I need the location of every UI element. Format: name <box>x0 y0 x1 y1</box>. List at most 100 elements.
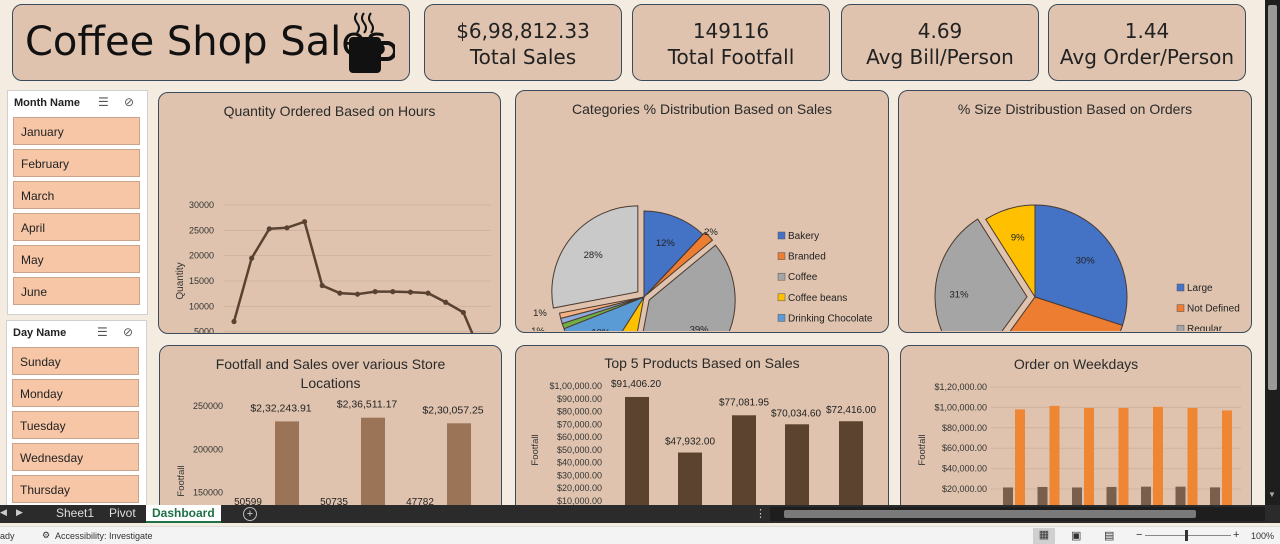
data-point <box>231 318 237 325</box>
kpi-avg-bill: 4.69 Avg Bill/Person <box>841 4 1039 81</box>
legend-swatch <box>777 314 786 322</box>
zoom-in-icon[interactable]: + <box>1233 529 1239 541</box>
clear-filter-icon[interactable]: ⊘ <box>124 95 134 109</box>
data-label: 12% <box>656 238 676 249</box>
data-point <box>354 291 361 297</box>
scroll-down-icon[interactable]: ▼ <box>1268 490 1276 499</box>
data-label: $47,932.00 <box>665 437 715 448</box>
tab-sheet1[interactable]: Sheet1 <box>50 505 100 523</box>
bar <box>1084 407 1094 509</box>
horizontal-scrollbar[interactable] <box>770 507 1265 521</box>
products-chart-card: Top 5 Products Based on Sales $10,000.00… <box>515 345 889 520</box>
y-tick-label: $40,000.00 <box>942 464 987 474</box>
scroll-left-icon[interactable]: ◀ <box>0 507 7 518</box>
normal-view-icon[interactable]: ▦ <box>1033 528 1055 544</box>
y-tick-label: 25000 <box>189 225 214 235</box>
data-label: $77,081.95 <box>719 397 769 408</box>
slicer-header: Day Name <box>13 327 67 339</box>
data-point <box>337 290 343 296</box>
bar <box>625 396 649 510</box>
slicer-item[interactable]: May <box>13 245 140 273</box>
vertical-scrollbar[interactable]: ▼ <box>1265 0 1280 505</box>
y-axis-label: Footfall <box>176 465 187 496</box>
scroll-right-icon[interactable]: ▶ <box>16 507 23 518</box>
accessibility-status[interactable]: Accessibility: Investigate <box>55 531 153 541</box>
data-label: $2,30,057.25 <box>422 404 483 416</box>
slicer-item[interactable]: April <box>13 213 140 241</box>
multi-select-icon[interactable]: ☰ <box>98 95 109 109</box>
zoom-slider-thumb[interactable] <box>1185 530 1188 541</box>
y-tick-label: $1,20,000.00 <box>934 382 987 392</box>
zoom-out-icon[interactable]: − <box>1136 529 1142 541</box>
y-tick-label: $60,000.00 <box>557 432 602 442</box>
slicer-item[interactable]: January <box>13 117 140 145</box>
y-tick-label: $1,00,000.00 <box>549 381 602 391</box>
legend-label: Branded <box>788 252 826 263</box>
kpi-avg-order: 1.44 Avg Order/Person <box>1048 4 1246 81</box>
data-point <box>390 289 396 295</box>
data-label: 1% <box>531 326 545 331</box>
slicer-item[interactable]: February <box>13 149 140 177</box>
page-layout-icon[interactable]: ▣ <box>1071 529 1081 542</box>
legend-swatch <box>777 293 786 302</box>
data-label: 28% <box>584 250 604 261</box>
chart-title: Top 5 Products Based on Sales <box>604 355 800 371</box>
size-pie-chart: 30%30%31%9%LargeNot DefinedRegularSmall <box>934 204 1240 331</box>
bar <box>678 452 702 510</box>
legend-label: Not Defined <box>1187 304 1240 315</box>
data-point <box>425 290 431 296</box>
bar <box>785 424 809 510</box>
kpi-label: Avg Bill/Person <box>866 45 1014 69</box>
kpi-value: 1.44 <box>1124 19 1170 43</box>
slicer-item[interactable]: Tuesday <box>12 411 139 439</box>
slicer-item[interactable]: March <box>13 181 140 209</box>
kpi-value: 4.69 <box>917 19 963 43</box>
y-tick-label: $1,00,000.00 <box>934 402 987 412</box>
data-point <box>443 299 449 305</box>
products-bar-chart: $10,000.00$20,000.00$30,000.00$40,000.00… <box>530 379 876 510</box>
tab-dashboard[interactable]: Dashboard <box>146 505 221 523</box>
y-tick-label: 5000 <box>194 327 214 333</box>
zoom-level[interactable]: 100% <box>1251 531 1274 541</box>
zoom-slider[interactable] <box>1145 535 1231 536</box>
kpi-label: Total Sales <box>469 45 577 69</box>
page-break-icon[interactable]: ▤ <box>1104 529 1114 542</box>
slicer-item[interactable]: Sunday <box>12 347 139 375</box>
y-tick-label: $50,000.00 <box>557 445 602 455</box>
y-tick-label: $20,000.00 <box>557 483 602 493</box>
kpi-label: Total Footfall <box>667 45 795 69</box>
legend-swatch <box>1176 324 1185 331</box>
bar <box>1222 410 1232 509</box>
multi-select-icon[interactable]: ☰ <box>97 325 108 339</box>
slicer-item[interactable]: Monday <box>12 379 139 407</box>
data-label: 30% <box>1076 256 1096 267</box>
legend-swatch <box>777 231 786 240</box>
y-tick-label: 15000 <box>189 276 214 286</box>
slicer-item[interactable]: June <box>13 277 140 305</box>
size-chart-card: % Size Distribustion Based on Orders 30%… <box>898 90 1252 333</box>
y-tick-label: $70,000.00 <box>557 419 602 429</box>
store-bar-chart: 100000150000200000250000Footfall$2,32,24… <box>176 399 484 506</box>
y-axis-label: Footfall <box>530 434 541 465</box>
bar <box>447 423 471 506</box>
bar <box>839 421 863 510</box>
y-axis-label: Quantity <box>175 262 186 299</box>
weekday-chart-card: Order on Weekdays $20,000.00 $40,000.00 $6… <box>900 345 1252 520</box>
legend-label: Coffee beans <box>788 293 847 304</box>
more-options-icon[interactable]: ⋮ <box>755 507 766 520</box>
data-label: 31% <box>950 290 970 301</box>
hours-chart-card: Quantity Ordered Based on Hours 05000100… <box>158 92 501 334</box>
clear-filter-icon[interactable]: ⊘ <box>123 325 133 339</box>
slicer-item[interactable]: Thursday <box>12 475 139 503</box>
tab-pivot[interactable]: Pivot <box>103 505 142 523</box>
accessibility-icon[interactable]: ⚙ <box>42 530 50 541</box>
slicer-item[interactable]: Wednesday <box>12 443 139 471</box>
y-tick-label: $30,000.00 <box>557 470 602 480</box>
add-sheet-icon[interactable]: + <box>243 507 257 521</box>
status-ready: ady <box>0 531 15 541</box>
y-tick-label: $40,000.00 <box>557 458 602 468</box>
bar <box>361 417 385 506</box>
y-tick-label: $80,000.00 <box>942 423 987 433</box>
bar <box>732 415 756 510</box>
y-tick-label: 150000 <box>193 488 223 498</box>
